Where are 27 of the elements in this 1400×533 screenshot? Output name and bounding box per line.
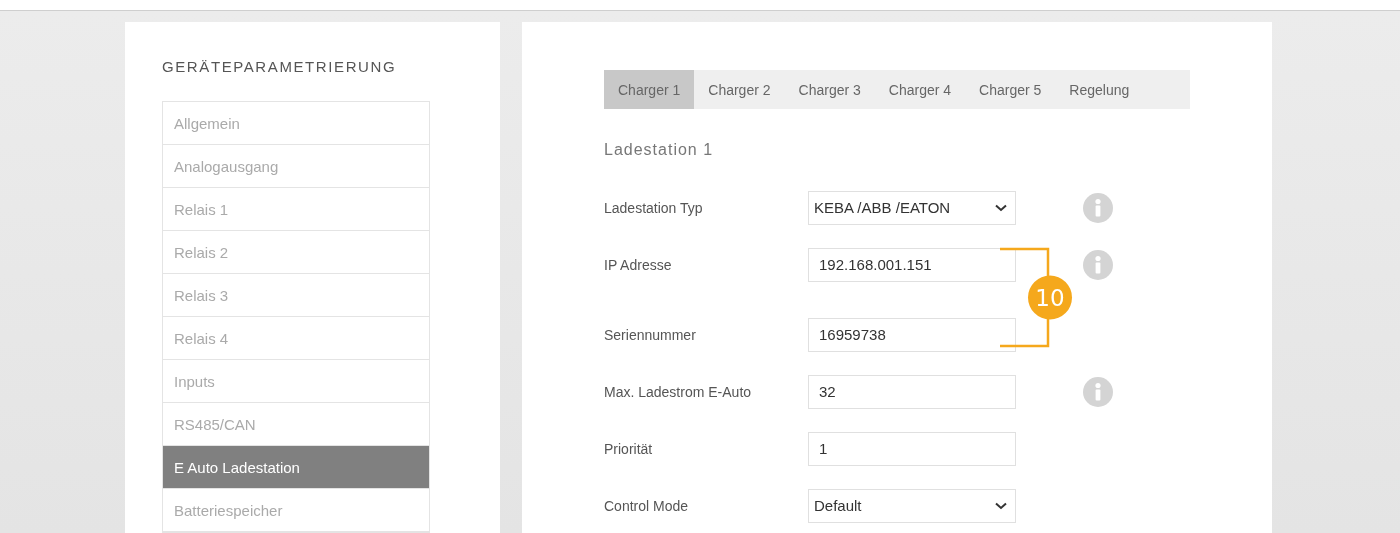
field-label: Seriennummer: [604, 326, 697, 343]
tab[interactable]: Charger 3: [784, 70, 875, 109]
section-title: Ladestation 1: [604, 141, 715, 159]
field-label: Max. Ladestrom E-Auto: [604, 383, 753, 400]
info-icon[interactable]: [1083, 192, 1113, 223]
chevron-down-icon: [995, 501, 1007, 510]
sidebar-item[interactable]: E Auto Ladestation: [163, 446, 429, 489]
input-field[interactable]: 1: [808, 431, 1016, 466]
input-field[interactable]: 192.168.001.151: [808, 247, 1016, 282]
tab[interactable]: Charger 5: [965, 70, 1056, 109]
tab[interactable]: Charger 1: [604, 70, 695, 109]
sidebar-title: GERÄTEPARAMETRIERUNG: [162, 58, 398, 75]
field-label: Ladestation Typ: [604, 199, 704, 216]
input-field[interactable]: 32: [808, 374, 1016, 409]
chevron-down-icon: [995, 203, 1007, 212]
tab[interactable]: Charger 4: [874, 70, 966, 109]
field-label: Priorität: [604, 440, 654, 457]
callout-number: 10: [1035, 284, 1065, 311]
tab[interactable]: Regelung: [1055, 70, 1144, 109]
info-icon[interactable]: [1083, 376, 1113, 407]
info-icon[interactable]: [1083, 249, 1113, 280]
input-field[interactable]: 16959738: [808, 317, 1016, 352]
dropdown[interactable]: KEBA /ABB /EATON: [808, 190, 1016, 225]
field-label: Control Mode: [604, 497, 690, 514]
tab[interactable]: Charger 2: [694, 70, 785, 109]
dropdown[interactable]: Default: [808, 488, 1016, 523]
field-label: IP Adresse: [604, 256, 673, 273]
